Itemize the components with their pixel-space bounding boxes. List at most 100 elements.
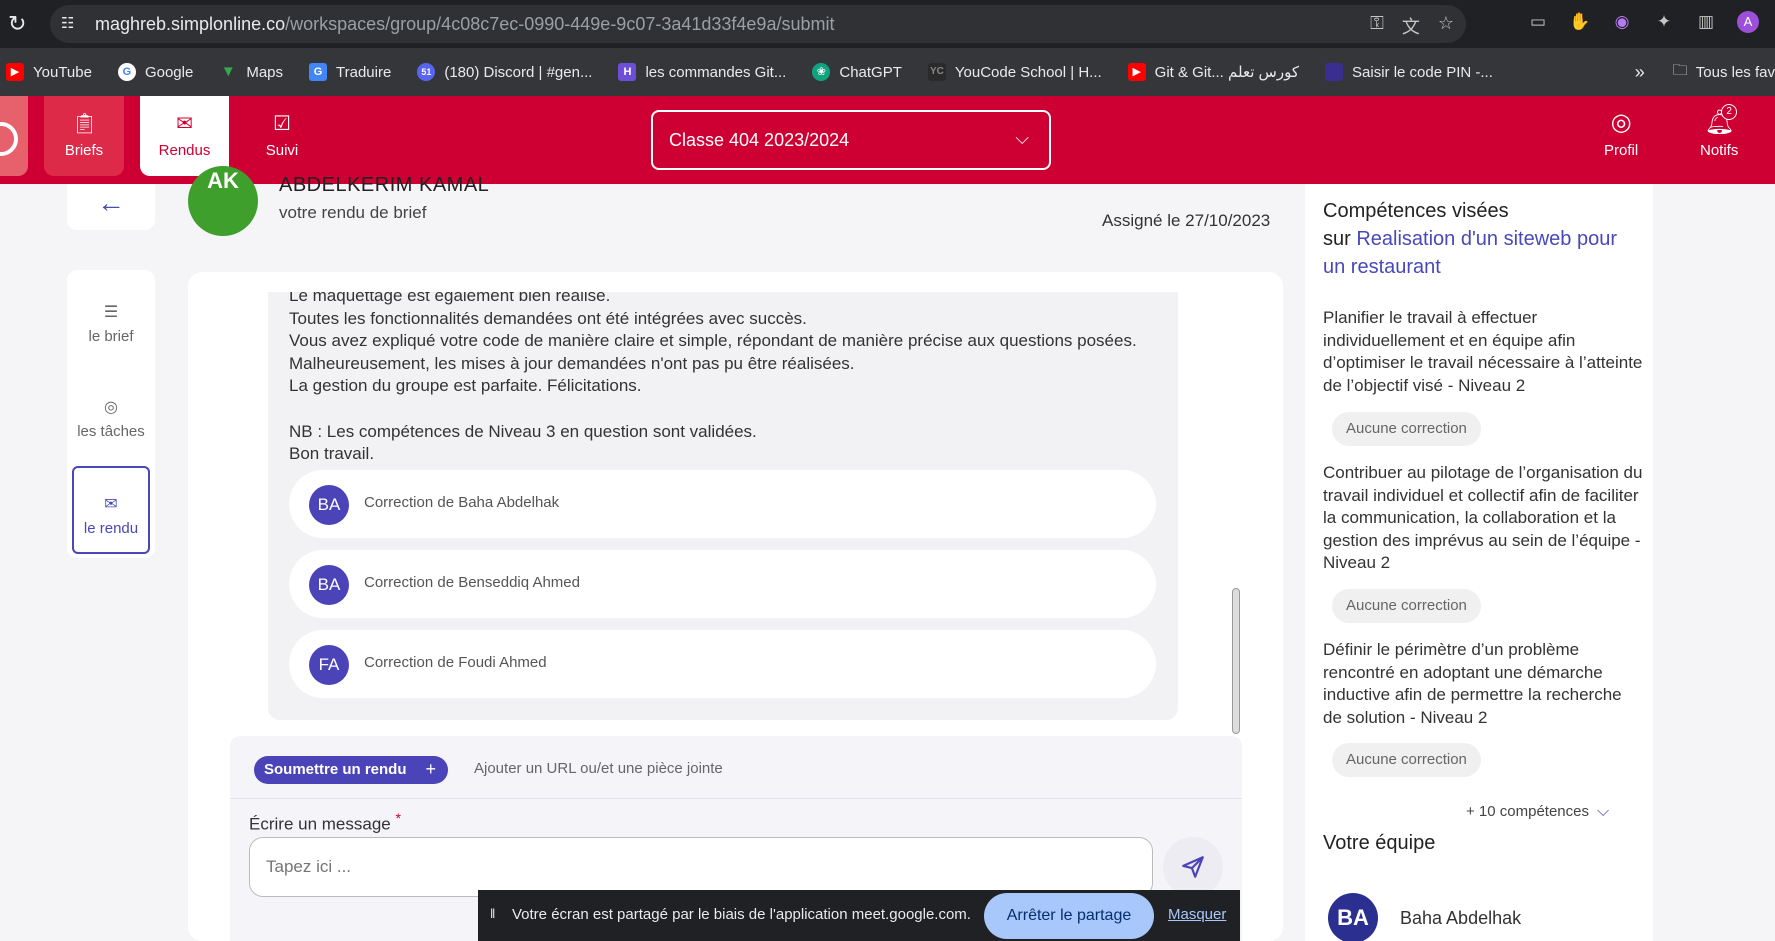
more-competences-toggle[interactable]: + 10 compétences ⌵ [1466, 803, 1609, 821]
address-bar[interactable]: ☷ maghreb.simplonline.co/workspaces/grou… [50, 5, 1466, 43]
send-icon [1182, 856, 1204, 878]
plus-icon: + [425, 759, 436, 779]
submit-rendu-button[interactable]: Soumettre un rendu + [254, 756, 448, 784]
star-icon[interactable]: ☆ [1438, 13, 1454, 39]
correction-item[interactable]: BA Correction de Benseddiq Ahmed [289, 550, 1156, 618]
site-info-icon[interactable]: ☷ [61, 14, 74, 32]
translate-icon[interactable]: 文 [1402, 13, 1420, 39]
folder-icon: 🗀 [1672, 61, 1688, 79]
bell-icon: 🔔︎ 2 [1704, 104, 1738, 138]
clipboard-icon: 📋︎ [72, 113, 98, 135]
chevron-down-icon: ⌵ [1015, 128, 1029, 148]
class-select[interactable]: Classe 404 2023/2024 ⌵ [651, 110, 1051, 170]
side-item-brief[interactable]: ☰ le brief [72, 276, 150, 364]
nav-suivi[interactable]: ☑ Suivi [242, 96, 322, 176]
browser-toolbar: ↻ ☷ maghreb.simplonline.co/workspaces/gr… [0, 0, 1775, 48]
brief-link[interactable]: Realisation d'un siteweb pour un restaur… [1323, 228, 1617, 278]
hide-link[interactable]: Masquer [1168, 906, 1226, 923]
avatar: FA [309, 645, 349, 685]
user-circle-icon: ◎ [1610, 109, 1632, 136]
bookmark-maps[interactable]: ▼ Maps [219, 63, 283, 81]
bookmarks-bar: ▶ YouTube G Google ▼ Maps G Traduire 51 (180)… [0, 48, 1775, 96]
avatar: BA [1328, 893, 1378, 941]
bookmark-git-course[interactable]: ▶ Git & Git... كورس تعلم [1127, 63, 1299, 81]
clipboard-icon: ☰ [103, 304, 119, 321]
chatgpt-icon: ❀ [812, 63, 831, 81]
competence-text: Planifier le travail à effectuer individ… [1323, 308, 1643, 395]
reload-icon[interactable]: ↻ [8, 11, 26, 37]
nav-rendus[interactable]: ✉ Rendus [140, 96, 229, 176]
page-subtitle: votre rendu de brief [279, 203, 427, 222]
divider [230, 798, 1242, 799]
side-panel-icon[interactable]: ▥ [1695, 11, 1717, 33]
bookmark-chatgpt[interactable]: ❀ ChatGPT [812, 63, 902, 81]
send-button[interactable] [1163, 837, 1223, 897]
profile-avatar[interactable]: A [1737, 11, 1759, 33]
competences-title: Compétences visées sur Realisation d'un … [1323, 200, 1618, 278]
notifs-button[interactable]: 🔔︎ 2 Notifs [1700, 104, 1738, 159]
message-label: Écrire un message * [249, 811, 401, 834]
bookmark-discord[interactable]: 51 (180) Discord | #gen... [417, 63, 592, 81]
bookmarks-more-icon[interactable]: » [1635, 62, 1645, 83]
bookmark-pin[interactable]: Saisir le code PIN -... [1325, 63, 1493, 81]
youcode-icon: YC [927, 63, 946, 81]
youtube-icon: ▶ [1127, 63, 1146, 81]
status-badge: Aucune correction [1332, 412, 1481, 446]
team-title: Votre équipe [1323, 832, 1436, 854]
extension-vpn-icon[interactable]: ◉ [1611, 11, 1633, 33]
side-item-taches[interactable]: ◎ les tâches [72, 371, 150, 459]
extension-cast-icon[interactable]: ▭ [1527, 11, 1549, 33]
pause-icon: ‖ [490, 906, 496, 921]
notif-count-badge: 2 [1721, 104, 1738, 120]
extension-hand-icon[interactable]: ✋ [1569, 11, 1591, 33]
git-doc-icon: H [618, 63, 637, 81]
avatar: BA [309, 565, 349, 605]
maps-icon: ▼ [220, 63, 236, 80]
translate-icon: G [309, 63, 328, 81]
inbox-icon: ✉ [176, 113, 193, 135]
checklist-icon: ☑ [273, 113, 291, 135]
scrollbar[interactable] [1232, 588, 1240, 734]
side-item-rendu[interactable]: ✉ le rendu [72, 466, 150, 554]
bookmark-youtube[interactable]: ▶ YouTube [6, 63, 92, 81]
url-text[interactable]: maghreb.simplonline.co/workspaces/group/… [95, 14, 834, 35]
assigned-date: Assigné le 27/10/2023 [1102, 211, 1271, 230]
bookmark-youcode[interactable]: YC YouCode School | H... [927, 63, 1102, 81]
youtube-icon: ▶ [6, 63, 24, 81]
correction-item[interactable]: FA Correction de Foudi Ahmed [289, 630, 1156, 698]
user-circle-icon: ◎ [104, 399, 118, 416]
app-header: 📋︎ Briefs ✉ Rendus ☑ Suivi Classe 404 20… [0, 96, 1775, 184]
stop-sharing-button[interactable]: Arrêter le partage [984, 893, 1154, 939]
side-nav: ☰ le brief ◎ les tâches ✉ le rendu [67, 270, 155, 558]
feedback-panel: Le maquettage est également bien réalisé… [268, 292, 1178, 720]
attach-label[interactable]: Ajouter un URL ou/et une pièce jointe [474, 760, 723, 777]
bookmark-google[interactable]: G Google [117, 63, 193, 81]
avatar: BA [309, 485, 349, 525]
competence-text: Contribuer au pilotage de l’organisation… [1323, 463, 1643, 573]
nav-briefs[interactable]: 📋︎ Briefs [44, 96, 124, 176]
profile-button[interactable]: ◎ Profil [1604, 108, 1638, 159]
feedback-text: Le maquettage est également bien réalisé… [289, 292, 1137, 464]
correction-item[interactable]: BA Correction de Baha Abdelhak [289, 470, 1156, 538]
bookmark-traduire[interactable]: G Traduire [309, 63, 391, 81]
message-input[interactable] [249, 837, 1153, 897]
student-name: ABDELKERIM KAMAL [279, 174, 490, 196]
discord-icon: 51 [417, 63, 436, 81]
student-avatar: AK [188, 166, 258, 236]
google-icon: G [117, 63, 136, 81]
screen-share-bar: ‖ Votre écran est partagé par le biais d… [478, 890, 1240, 941]
chevron-down-icon: ⌵ [1597, 803, 1610, 820]
team-member-name: Baha Abdelhak [1400, 908, 1522, 928]
arrow-left-icon: ← [97, 187, 125, 218]
pin-icon [1325, 63, 1344, 81]
back-button[interactable]: ← [67, 184, 155, 230]
inbox-icon: ✉ [104, 496, 118, 513]
app-logo[interactable] [0, 96, 28, 176]
bookmark-git-commands[interactable]: Hles commandes Git... [618, 63, 786, 81]
password-key-icon[interactable]: ⚿ [1370, 13, 1384, 39]
all-bookmarks-link[interactable]: Tous les fav [1696, 64, 1775, 81]
status-badge: Aucune correction [1332, 743, 1481, 777]
competence-text: Définir le périmètre d’un problème renco… [1323, 640, 1622, 727]
status-badge: Aucune correction [1332, 589, 1481, 623]
extensions-puzzle-icon[interactable]: ✦ [1653, 11, 1675, 33]
